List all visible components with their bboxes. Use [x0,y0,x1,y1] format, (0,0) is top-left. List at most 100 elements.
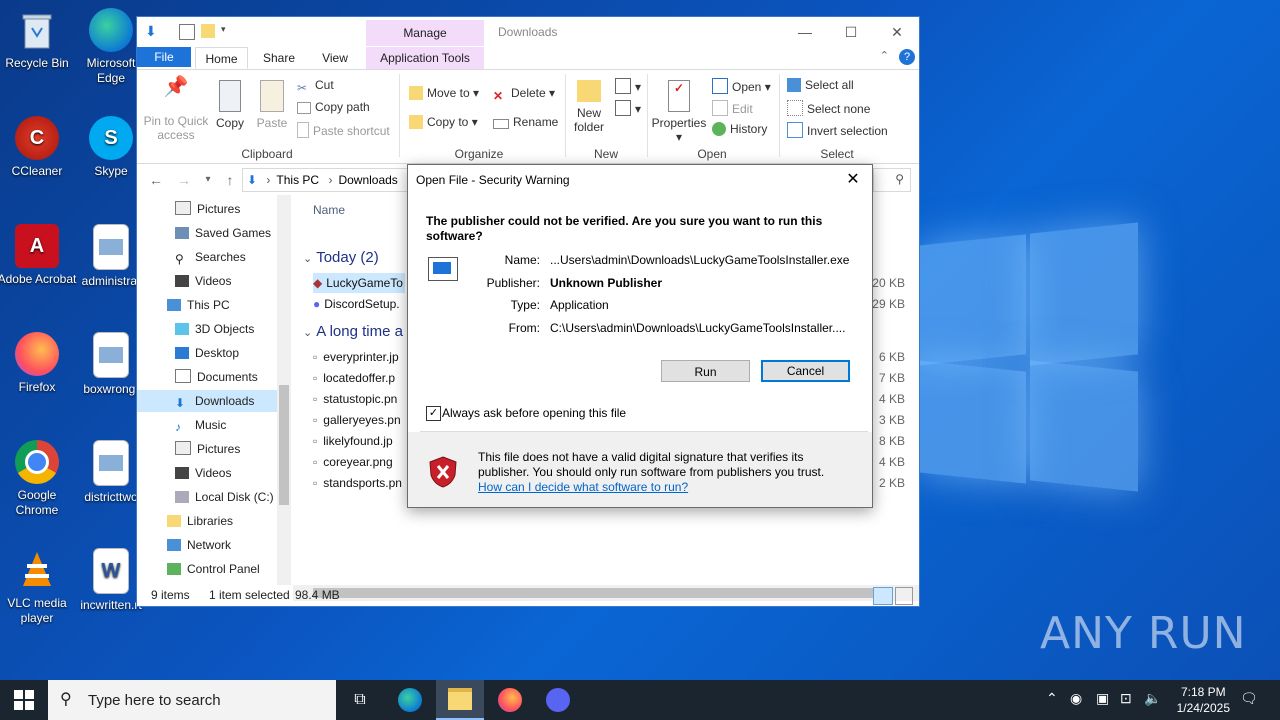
tab-view[interactable]: View [309,47,361,69]
easy-access-button[interactable]: ▾ [615,100,641,116]
volume-icon[interactable]: 🔈 [1144,690,1161,707]
edit-button[interactable]: Edit [712,100,753,116]
forward-arrow-icon[interactable]: → [175,171,193,189]
large-icons-view-icon[interactable] [895,587,913,605]
file-row-selected[interactable]: ◆ LuckyGameTo [313,273,405,293]
nav-item-downloads[interactable]: ⬇ Downloads [137,390,277,412]
nav-item-music[interactable]: ♪ Music [175,414,226,436]
taskbar-edge-icon[interactable] [386,680,434,720]
search-box[interactable]: ⚲ [873,168,911,192]
nav-item-3d-objects[interactable]: 3D Objects [175,318,254,340]
nav-item-videos[interactable]: Videos [175,270,231,292]
always-ask-checkbox[interactable]: ✓ [426,406,441,421]
manage-context-tab[interactable]: Manage [366,20,484,46]
copy-path-button[interactable]: Copy path [297,100,370,114]
desktop-icon-acrobat[interactable]: A Adobe Acrobat [0,224,77,287]
network-icon[interactable]: ⊡ [1120,690,1132,707]
notifications-icon[interactable]: 🗨 [1240,690,1258,707]
file-row[interactable]: ▫ coreyear.png [313,452,393,472]
nav-item-this-pc[interactable]: This PC [167,294,230,316]
taskbar-clock[interactable]: 7:18 PM 1/24/2025 [1177,684,1230,716]
nav-item-control-panel[interactable]: Control Panel [167,558,260,580]
nav-item-searches[interactable]: ⚲ Searches [175,246,246,268]
copy-button[interactable]: Copy [213,80,247,130]
minimize-button[interactable]: — [782,21,828,43]
file-row[interactable]: ▫ likelyfound.jp [313,431,393,451]
tab-application-tools[interactable]: Application Tools [366,47,484,69]
nav-item-local-disk[interactable]: Local Disk (C:) [175,486,274,508]
new-item-button[interactable]: ▾ [615,78,641,94]
copy-to-button[interactable]: Copy to ▾ [409,115,478,129]
run-button[interactable]: Run [661,360,750,382]
tab-home[interactable]: Home [195,47,248,69]
cut-button[interactable]: ✂ Cut [297,78,334,95]
tray-app-icon[interactable]: ▣ [1096,690,1109,707]
file-row[interactable]: ▫ galleryeyes.pn [313,410,401,430]
close-button[interactable]: ✕ [874,21,920,43]
nav-item-libraries[interactable]: Libraries [167,510,233,532]
rename-button[interactable]: Rename [493,115,558,129]
always-ask-label[interactable]: Always ask before opening this file [442,406,626,420]
nav-item-network[interactable]: Network [167,534,231,556]
taskbar-discord-icon[interactable] [534,680,582,720]
select-all-button[interactable]: Select all [787,78,854,92]
nav-item-desktop[interactable]: Desktop [175,342,239,364]
tab-share[interactable]: Share [253,47,305,69]
properties-button[interactable]: ✓ Properties ▾ [651,80,707,144]
windows-start-icon[interactable] [14,690,34,713]
breadcrumb-downloads[interactable]: Downloads [338,173,397,187]
group-header-long-time-ago[interactable]: ⌄ A long time a [303,323,403,340]
dialog-close-button[interactable]: ✕ [842,169,864,191]
discord-tray-icon[interactable]: ◉ [1070,690,1082,707]
collapse-ribbon-icon[interactable]: ⌃ [880,49,889,62]
nav-item-saved-games[interactable]: Saved Games [175,222,271,244]
properties-quick-icon[interactable] [179,24,195,40]
pin-quick-access-button[interactable]: 📌 Pin to Quick access [143,77,209,142]
task-view-icon[interactable]: ⧉ [336,680,384,720]
new-folder-button[interactable]: New folder [571,80,607,134]
recent-chevron-icon[interactable]: ▾ [199,171,217,189]
paste-button[interactable]: Paste [253,80,291,130]
move-to-button[interactable]: Move to ▾ [409,86,479,100]
desktop-icon-firefox[interactable]: Firefox [0,332,77,395]
nav-item-documents[interactable]: Documents [175,366,258,388]
nav-scrollbar[interactable] [277,195,291,585]
up-arrow-icon[interactable]: ↑ [221,171,239,189]
paste-shortcut-button[interactable]: Paste shortcut [297,122,390,138]
desktop-icon-recycle-bin[interactable]: Recycle Bin [0,8,77,71]
desktop-icon-vlc[interactable]: VLC media player [0,548,77,626]
column-header-name[interactable]: Name [313,203,345,217]
details-view-icon[interactable] [873,587,893,605]
group-header-today[interactable]: ⌄ Today (2) [303,249,379,266]
show-hidden-icons-chevron-icon[interactable]: ⌃ [1046,690,1058,707]
nav-item-pictures[interactable]: Pictures [175,198,240,220]
desktop-icon-chrome[interactable]: Google Chrome [0,440,77,518]
taskbar-file-explorer-icon[interactable] [436,680,484,720]
file-row[interactable]: ▫ everyprinter.jp [313,347,399,367]
open-button[interactable]: Open ▾ [712,78,771,94]
history-button[interactable]: History [712,122,767,136]
taskbar-firefox-icon[interactable] [486,680,534,720]
help-link[interactable]: How can I decide what software to run? [478,480,688,494]
scrollbar-thumb[interactable] [279,385,289,505]
new-folder-quick-icon[interactable] [201,24,215,38]
tab-file[interactable]: File [137,47,191,67]
desktop-icon-ccleaner[interactable]: C CCleaner [0,116,77,179]
file-row[interactable]: ● DiscordSetup. [313,294,400,314]
file-row[interactable]: ▫ standsports.pn [313,473,402,493]
taskbar-search-box[interactable]: ⚲ Type here to search [48,680,336,720]
invert-selection-button[interactable]: Invert selection [787,122,888,138]
breadcrumb-this-pc[interactable]: This PC [276,173,319,187]
file-row[interactable]: ▫ locatedoffer.p [313,368,395,388]
image-file-icon: ▫ [313,371,318,385]
select-none-button[interactable]: Select none [787,100,870,116]
chevron-down-icon[interactable]: ▾ [221,24,235,38]
file-row[interactable]: ▫ statustopic.pn [313,389,397,409]
delete-button[interactable]: ✕ Delete ▾ [493,86,555,103]
nav-item-videos-pc[interactable]: Videos [175,462,231,484]
help-icon[interactable]: ? [899,49,915,65]
cancel-button[interactable]: Cancel [761,360,850,382]
maximize-button[interactable]: ☐ [828,21,874,43]
back-arrow-icon[interactable]: ← [147,171,165,189]
nav-item-pictures-pc[interactable]: Pictures [175,438,240,460]
